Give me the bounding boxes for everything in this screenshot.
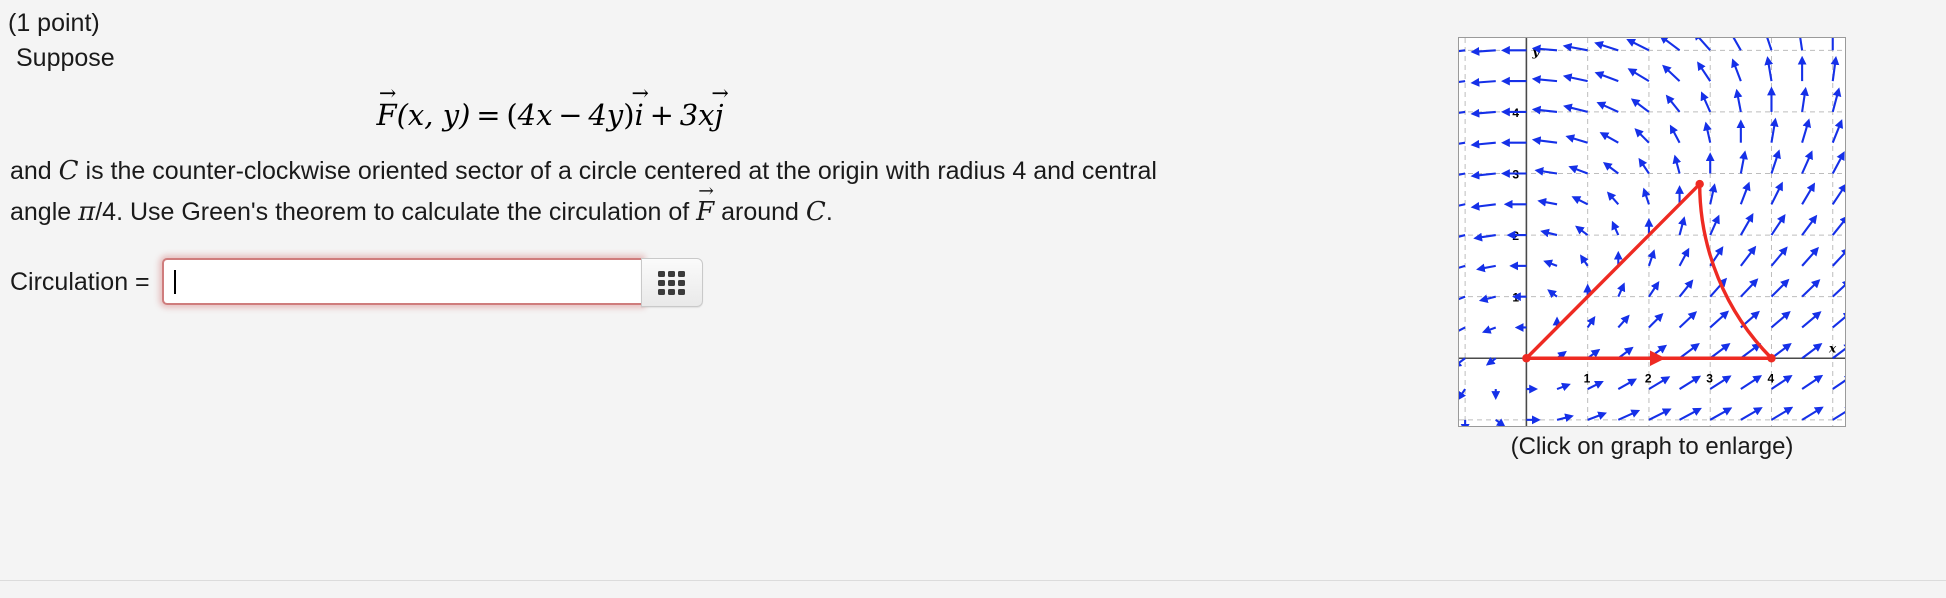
graph-panel: 12341234xy (Click on graph to enlarge) xyxy=(1458,37,1846,461)
problem-text-line-2: angle π/4. Use Green's theorem to calcul… xyxy=(10,182,833,228)
intro-text: Suppose xyxy=(16,44,115,72)
points-label: (1 point) xyxy=(8,9,100,37)
vector-arrow-icon: → xyxy=(698,180,714,202)
svg-text:x: x xyxy=(1828,341,1837,355)
svg-text:3: 3 xyxy=(1706,371,1713,385)
svg-text:y: y xyxy=(1531,45,1540,59)
formula-open-paren: ( xyxy=(506,98,518,132)
line2-pi-symbol: π xyxy=(78,197,96,227)
formula-j-vector: → j xyxy=(711,83,728,132)
line1-suffix: is the counter-clockwise oriented sector… xyxy=(78,157,1157,185)
vector-arrow-icon: → xyxy=(378,81,396,106)
svg-text:1: 1 xyxy=(1584,371,1591,385)
formula-term-3x: 3x xyxy=(679,98,715,132)
line2-curve-symbol: C xyxy=(805,197,826,227)
formula-minus: − xyxy=(558,98,583,132)
vector-arrow-icon: → xyxy=(711,81,729,106)
formula-i-vector: → i xyxy=(631,83,648,132)
line1-prefix: and xyxy=(10,157,59,185)
answer-input-group xyxy=(161,258,703,307)
problem-statement-column: (1 point) Suppose → F(x, y) = (4x −4y) → i +3x →… xyxy=(0,0,1420,598)
problem-text-line-1: and C is the counter-clockwise oriented … xyxy=(10,155,1157,187)
plot-svg: 12341234xy xyxy=(1459,38,1845,426)
formula-plus: + xyxy=(649,98,674,132)
formula-F-vector: → F xyxy=(376,83,396,132)
vector-field-graph[interactable]: 12341234xy xyxy=(1458,37,1846,427)
answer-row: Circulation = xyxy=(10,258,703,307)
line2-F-vector: → F xyxy=(696,182,714,228)
circulation-label: Circulation = xyxy=(10,268,150,296)
text-caret xyxy=(173,270,176,294)
problem-page: (1 point) Suppose → F(x, y) = (4x −4y) → i +3x →… xyxy=(0,0,1946,598)
svg-text:4: 4 xyxy=(1767,371,1774,385)
line2-mid: /4. Use Green's theorem to calculate the… xyxy=(95,198,697,226)
line2-around: around xyxy=(714,198,806,226)
line1-curve-symbol: C xyxy=(58,156,79,186)
line2-period: . xyxy=(825,198,833,226)
svg-text:2: 2 xyxy=(1645,371,1652,385)
grid-3x3-icon xyxy=(658,270,686,295)
graph-caption: (Click on graph to enlarge) xyxy=(1510,433,1794,460)
formula-equals: = xyxy=(476,98,501,132)
circulation-input[interactable] xyxy=(161,258,642,305)
line2-prefix: angle xyxy=(10,198,79,226)
formula-arguments: (x, y) xyxy=(396,98,471,132)
bottom-divider xyxy=(0,580,1946,581)
vector-arrow-icon: → xyxy=(631,81,649,106)
vector-field-formula: → F(x, y) = (4x −4y) → i +3x → j xyxy=(0,83,1100,132)
formula-term-4y: 4y xyxy=(588,98,624,132)
formula-term-4x: 4x xyxy=(517,98,553,132)
grid-keypad-button[interactable] xyxy=(640,258,703,307)
